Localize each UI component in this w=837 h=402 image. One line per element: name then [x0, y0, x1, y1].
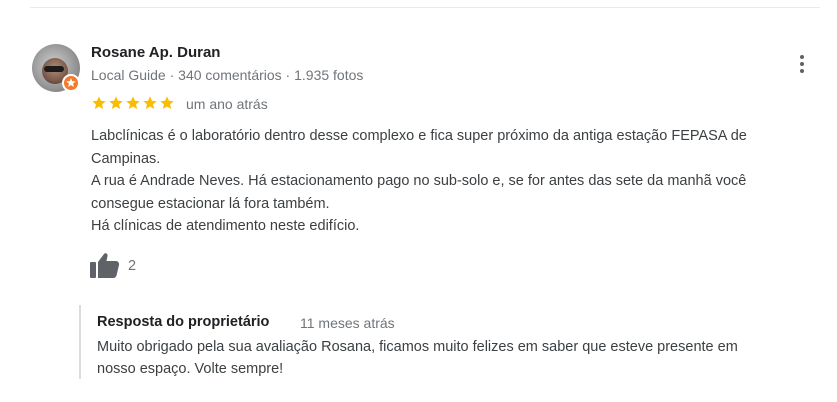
review-time: um ano atrás — [186, 96, 268, 112]
owner-response-time: 11 meses atrás — [300, 315, 395, 331]
review-text-line: A rua é Andrade Neves. Há estacionamento… — [91, 173, 747, 189]
review-text-line: Há clínicas de atendimento neste edifíci… — [91, 218, 360, 234]
author-meta: Local Guide · 340 comentários · 1.935 fo… — [91, 67, 364, 83]
review-text-line: consegue estacionar lá fora também. — [91, 195, 330, 212]
more-vert-icon[interactable] — [790, 52, 814, 76]
thumbs-up-icon — [90, 253, 120, 278]
owner-response: Resposta do proprietário 11 meses atrás … — [79, 305, 821, 379]
top-divider — [30, 7, 820, 8]
review-text-line: Labclínicas é o laboratório dentro desse… — [91, 128, 747, 144]
star-icon — [92, 96, 106, 109]
star-icon — [126, 96, 140, 109]
star-icon — [143, 96, 157, 109]
owner-response-line: nosso espaço. Volte sempre! — [97, 361, 284, 377]
owner-response-heading: Resposta do proprietário — [97, 314, 270, 330]
owner-response-line: Muito obrigado pela sua avaliação Rosana… — [97, 339, 738, 355]
star-icon — [109, 96, 123, 109]
avatar-detail — [44, 66, 64, 72]
review-text-line: Campinas. — [91, 150, 161, 167]
star-rating — [91, 95, 175, 111]
review-text: Labclínicas é o laboratório dentro desse… — [91, 125, 831, 238]
local-guide-badge-icon — [62, 74, 80, 92]
owner-response-text: Muito obrigado pela sua avaliação Rosana… — [97, 336, 817, 380]
star-icon — [160, 96, 174, 109]
like-button[interactable] — [90, 252, 122, 278]
like-count: 2 — [128, 258, 137, 274]
author-name[interactable]: Rosane Ap. Duran — [91, 44, 220, 61]
